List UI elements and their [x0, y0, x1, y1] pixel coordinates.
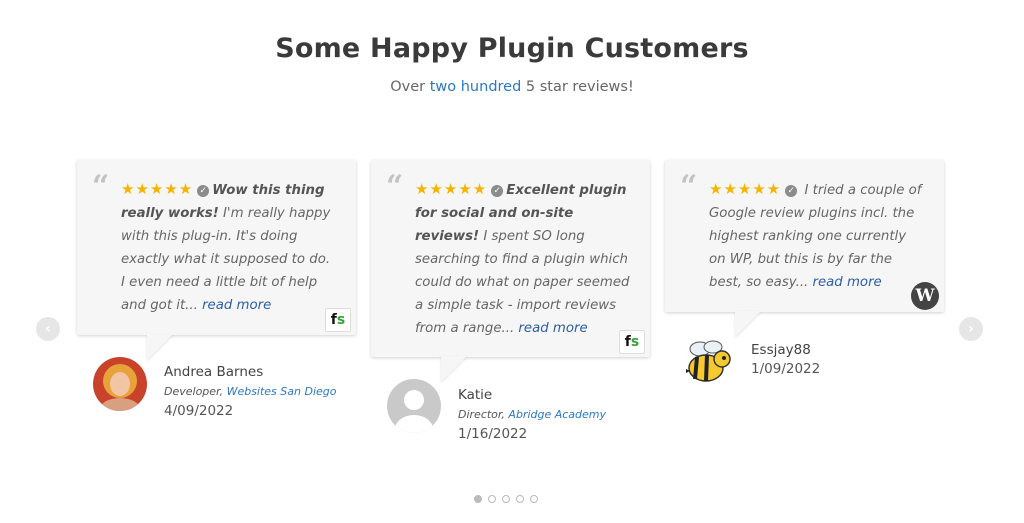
chevron-left-icon[interactable]: ‹: [36, 317, 60, 341]
subtitle-prefix: Over: [390, 79, 430, 95]
review-card: “ ★★★★★ ✓ Wow this thing really works! I'm…: [77, 160, 356, 335]
avatar: [387, 379, 441, 433]
chevron-right-icon[interactable]: ›: [959, 317, 983, 341]
read-more-link[interactable]: read more: [518, 321, 587, 336]
verified-icon: ✓: [785, 185, 798, 197]
carousel-dot[interactable]: [488, 495, 496, 503]
carousel-dot[interactable]: [516, 495, 524, 503]
card-pointer: [735, 311, 761, 337]
carousel-dot[interactable]: [474, 495, 482, 503]
reviewer-name: Essjay88: [751, 342, 811, 358]
review-text: I spent SO long searching to find a plug…: [415, 229, 630, 336]
company-link[interactable]: Websites San Diego: [227, 385, 337, 398]
read-more-link[interactable]: read more: [813, 275, 882, 290]
read-more-link[interactable]: read more: [202, 298, 271, 313]
quote-icon: “: [92, 169, 110, 204]
star-rating: ★★★★★: [709, 180, 782, 198]
subtitle-suffix: 5 star reviews!: [521, 79, 634, 95]
card-pointer: [441, 356, 467, 382]
star-rating: ★★★★★: [121, 180, 194, 198]
quote-icon: “: [680, 169, 698, 204]
verified-icon: ✓: [491, 185, 504, 197]
bee-avatar-icon: [686, 340, 731, 382]
section-title: Some Happy Plugin Customers: [275, 33, 749, 64]
carousel-dot[interactable]: [502, 495, 510, 503]
default-avatar-icon: [387, 379, 441, 433]
review-date: 4/09/2022: [164, 403, 234, 419]
company-link[interactable]: Abridge Academy: [508, 408, 606, 421]
review-date: 1/09/2022: [751, 361, 821, 377]
reviewer-role: Director, Abridge Academy: [458, 408, 606, 421]
avatar: [93, 357, 147, 411]
review-body: ★★★★★ ✓ Excellent plugin for social and on…: [415, 178, 630, 340]
reviewer-name: Katie: [458, 387, 493, 403]
carousel-dot[interactable]: [530, 495, 538, 503]
carousel-pagination: [474, 495, 538, 503]
review-body: ★★★★★ ✓ Wow this thing really works! I'm r…: [121, 178, 336, 317]
review-body: ★★★★★ ✓ I tried a couple of Google review…: [709, 178, 924, 294]
freemius-letter-accent: s: [630, 334, 640, 350]
review-text: I tried a couple of Google review plugin…: [709, 183, 922, 290]
role-title: Director,: [458, 408, 509, 421]
review-text: I'm really happy with this plug-in. It's…: [121, 206, 331, 313]
wordpress-icon: W: [911, 282, 939, 310]
star-rating: ★★★★★: [415, 180, 488, 198]
reviewer-name: Andrea Barnes: [164, 364, 264, 380]
card-pointer: [147, 334, 173, 360]
subtitle-link[interactable]: two hundred: [430, 79, 522, 95]
review-card: “ ★★★★★ ✓ I tried a couple of Google revi…: [665, 160, 944, 312]
freemius-icon: fs: [325, 308, 351, 332]
verified-icon: ✓: [197, 185, 210, 197]
section-subtitle: Over two hundred 5 star reviews!: [0, 79, 1024, 95]
freemius-icon: fs: [619, 330, 645, 354]
freemius-letter-accent: s: [336, 312, 346, 328]
avatar: [680, 335, 736, 389]
role-title: Developer,: [164, 385, 227, 398]
review-card: “ ★★★★★ ✓ Excellent plugin for social and …: [371, 160, 650, 357]
quote-icon: “: [386, 169, 404, 204]
reviewer-role: Developer, Websites San Diego: [164, 385, 336, 398]
avatar-photo-icon: [93, 357, 147, 411]
review-date: 1/16/2022: [458, 426, 528, 442]
